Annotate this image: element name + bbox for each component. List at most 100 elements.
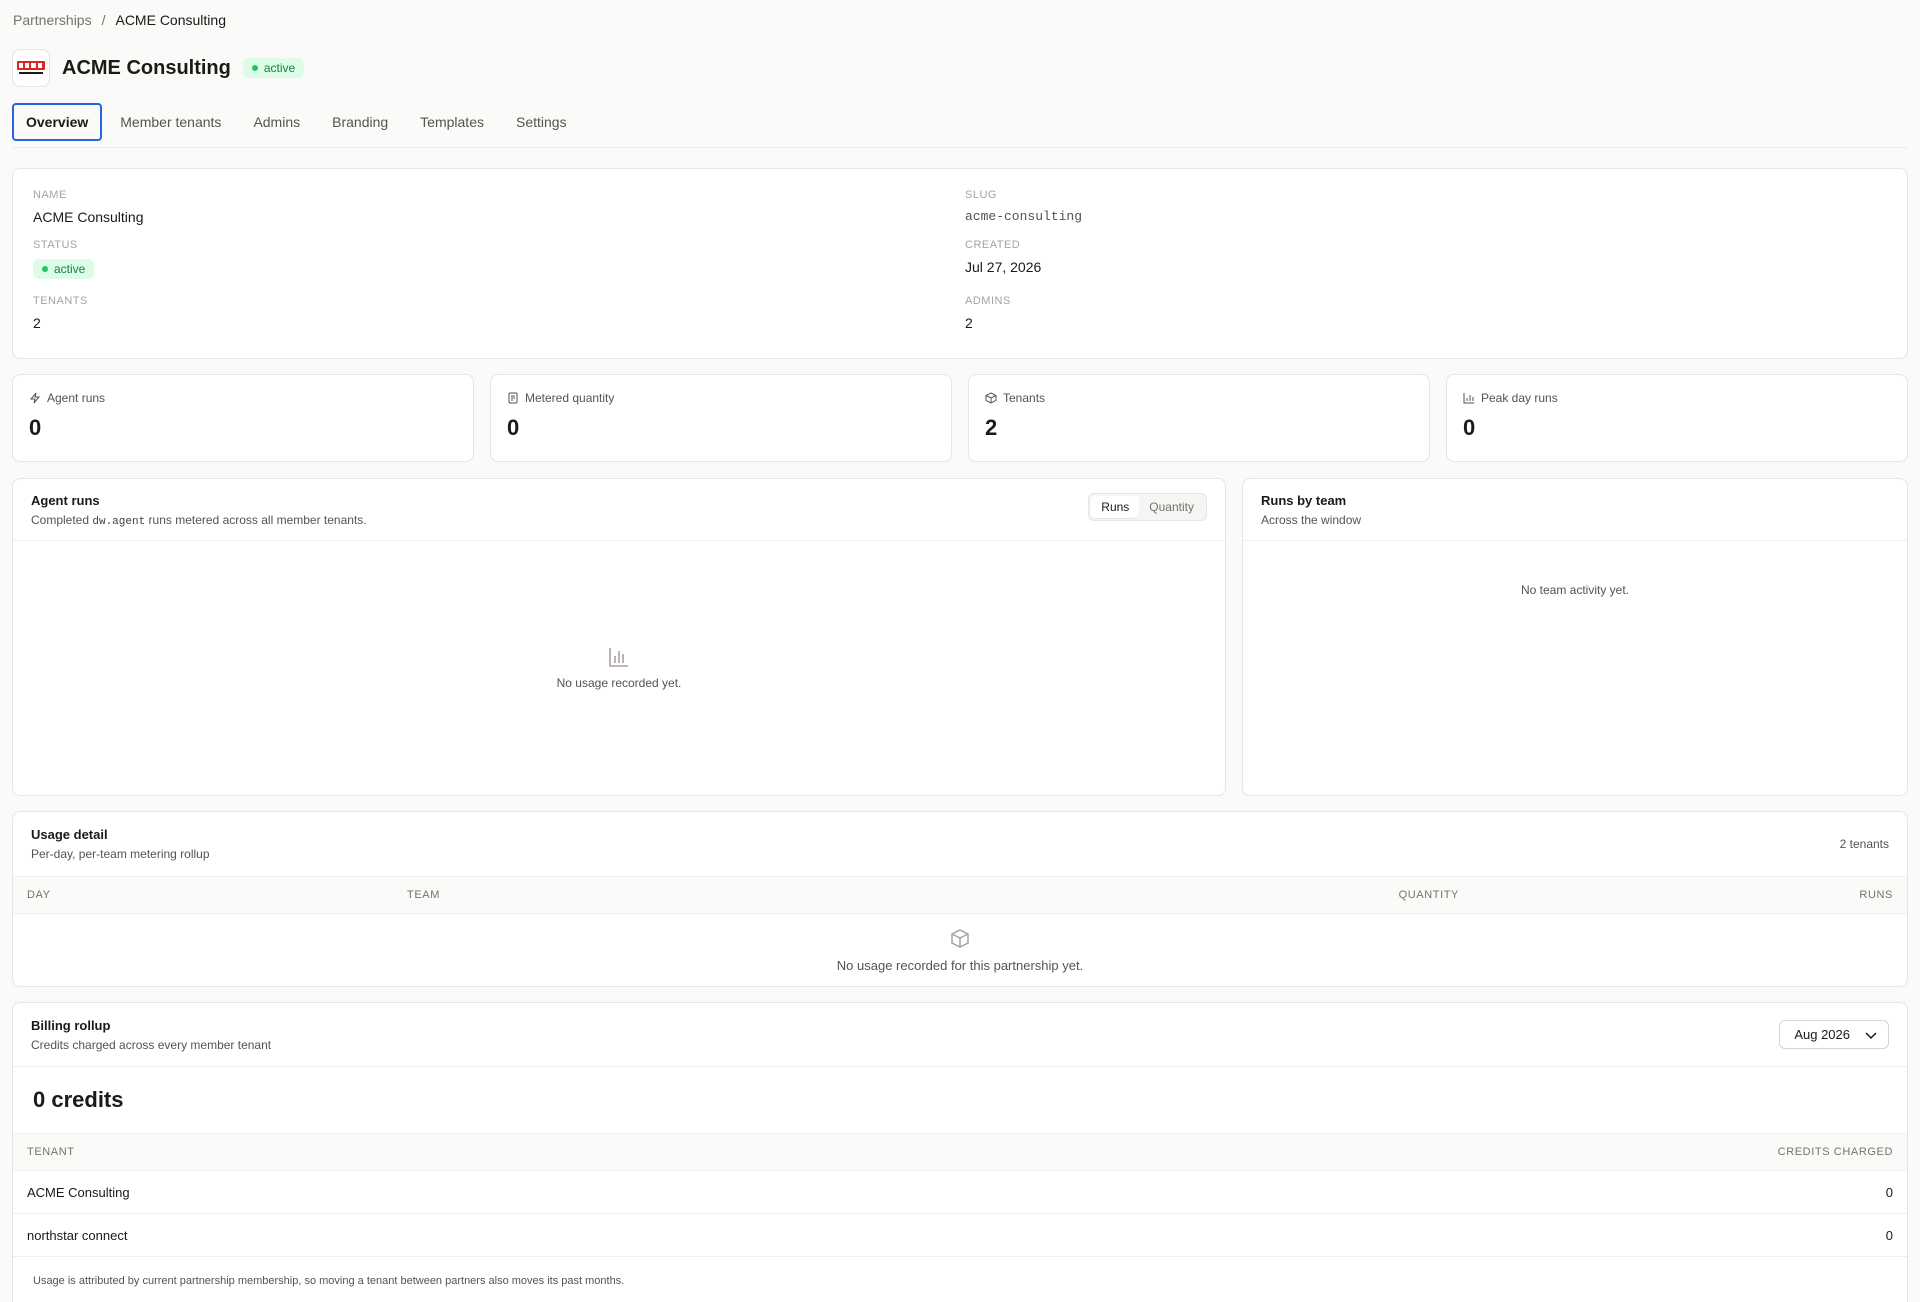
- breadcrumb-parent-link[interactable]: Partnerships: [13, 12, 92, 28]
- stat-label: Metered quantity: [525, 391, 615, 405]
- usage-subtitle: Per-day, per-team metering rollup: [31, 847, 210, 861]
- agent-runs-title: Agent runs: [31, 493, 100, 508]
- info-slug: Slug acme-consulting: [965, 189, 1887, 239]
- bar-chart-icon: [1463, 393, 1474, 404]
- stat-metered-quantity: Metered quantity 0: [490, 374, 952, 462]
- meter-icon: [508, 392, 518, 404]
- agent-runs-sub-before: Completed: [31, 513, 90, 527]
- usage-detail-card: Usage detail Per-day, per-team metering …: [12, 811, 1908, 987]
- runs-by-team-empty-state: No team activity yet.: [1243, 541, 1907, 795]
- column-header-runs[interactable]: Runs: [1859, 889, 1893, 901]
- billing-title: Billing rollup: [31, 1017, 111, 1033]
- tenants-label: Tenants: [33, 295, 88, 307]
- box-icon: [951, 928, 969, 948]
- usage-empty-state: No usage recorded for this partnership y…: [13, 914, 1907, 986]
- table-row[interactable]: northstar connect 0: [13, 1214, 1907, 1257]
- stat-value: 2: [985, 415, 998, 440]
- slug-value: acme-consulting: [965, 209, 1083, 224]
- breadcrumb-current: ACME Consulting: [115, 12, 226, 28]
- column-header-tenant[interactable]: Tenant: [27, 1146, 75, 1158]
- stat-tenants: Tenants 2: [968, 374, 1430, 462]
- agent-runs-empty-state: No usage recorded yet.: [13, 541, 1225, 795]
- tenant-count: 2 tenants: [1839, 837, 1889, 851]
- charts-row: Agent runs Completed dw.agent runs meter…: [12, 478, 1908, 796]
- status-badge-label: active: [263, 61, 296, 75]
- row-tenant: ACME Consulting: [27, 1184, 130, 1200]
- toggle-quantity[interactable]: Quantity: [1139, 496, 1204, 518]
- month-select[interactable]: Aug 2026: [1779, 1020, 1889, 1049]
- breadcrumb-separator: /: [101, 12, 106, 28]
- tab-member-tenants[interactable]: Member tenants: [106, 103, 235, 141]
- row-credits: 0: [1885, 1184, 1893, 1200]
- billing-footnote: Usage is attributed by current partnersh…: [33, 1275, 625, 1287]
- row-credits: 0: [1885, 1227, 1893, 1243]
- stat-peak-day-runs: Peak day runs 0: [1446, 374, 1908, 462]
- tenants-value: 2: [33, 315, 41, 331]
- info-status: Status active: [33, 239, 965, 295]
- info-status-value: active: [54, 262, 86, 276]
- info-name: Name ACME Consulting: [33, 189, 965, 239]
- stat-value: 0: [1463, 415, 1476, 440]
- runs-by-team-empty-text: No team activity yet.: [1520, 583, 1630, 597]
- status-label: Status: [33, 239, 78, 251]
- page-title: ACME Consulting: [62, 56, 231, 79]
- row-tenant: northstar connect: [27, 1227, 128, 1243]
- tab-templates[interactable]: Templates: [406, 103, 498, 141]
- stats-row: Agent runs 0 Metered quantity 0 Tenants …: [12, 374, 1908, 462]
- tab-bar: Overview Member tenants Admins Branding …: [12, 96, 1908, 148]
- runs-quantity-toggle: Runs Quantity: [1088, 493, 1207, 521]
- stat-label: Peak day runs: [1481, 391, 1558, 405]
- status-badge: active: [242, 58, 305, 78]
- info-created: Created Jul 27, 2026: [965, 239, 1887, 295]
- column-header-quantity[interactable]: Quantity: [1399, 889, 1459, 901]
- admins-value: 2: [965, 315, 973, 331]
- stat-label: Tenants: [1003, 391, 1046, 405]
- tab-admins[interactable]: Admins: [239, 103, 314, 141]
- info-status-badge: active: [33, 259, 95, 279]
- status-dot-icon: [42, 266, 48, 272]
- billing-rollup-card: Billing rollup Credits charged across ev…: [12, 1002, 1908, 1302]
- stat-label: Agent runs: [47, 391, 106, 405]
- bar-chart-icon: [609, 648, 628, 667]
- page: Partnerships / ACME Consulting ACME Cons…: [0, 0, 1920, 1302]
- agent-runs-sub-after: runs metered across all member tenants.: [148, 513, 367, 527]
- name-value: ACME Consulting: [33, 209, 144, 225]
- billing-table-header: Tenant Credits charged: [13, 1133, 1907, 1171]
- breadcrumb: Partnerships / ACME Consulting: [12, 0, 1908, 40]
- status-dot-icon: [251, 65, 258, 71]
- column-header-credits[interactable]: Credits charged: [1778, 1146, 1893, 1158]
- tab-branding[interactable]: Branding: [318, 103, 402, 141]
- admins-label: Admins: [965, 295, 1011, 307]
- agent-runs-empty-text: No usage recorded yet.: [556, 676, 682, 690]
- info-admins: Admins 2: [965, 295, 1887, 345]
- usage-empty-text: No usage recorded for this partnership y…: [836, 957, 1084, 973]
- agent-runs-subtitle: Completed dw.agent runs metered across a…: [31, 513, 367, 528]
- toggle-runs[interactable]: Runs: [1091, 496, 1140, 518]
- bolt-icon: [29, 392, 41, 404]
- stat-value: 0: [29, 415, 42, 440]
- created-label: Created: [965, 239, 1021, 251]
- billing-total: 0 credits: [33, 1087, 124, 1112]
- chevron-down-icon: [1865, 1031, 1877, 1039]
- page-header: ACME Consulting active: [12, 40, 1908, 96]
- tab-overview[interactable]: Overview: [12, 102, 103, 141]
- acme-logo-icon: [12, 49, 50, 87]
- tab-settings[interactable]: Settings: [502, 103, 581, 141]
- runs-by-team-subtitle: Across the window: [1261, 513, 1362, 527]
- billing-subtitle: Credits charged across every member tena…: [31, 1037, 272, 1052]
- info-tenants: Tenants 2: [33, 295, 965, 345]
- usage-table-header: Day Team Quantity Runs: [13, 876, 1907, 914]
- table-row[interactable]: ACME Consulting 0: [13, 1171, 1907, 1214]
- month-select-value: Aug 2026: [1794, 1027, 1850, 1042]
- stat-value: 0: [507, 415, 520, 440]
- runs-by-team-title: Runs by team: [1261, 493, 1347, 508]
- name-label: Name: [33, 189, 67, 201]
- column-header-day[interactable]: Day: [27, 889, 51, 901]
- box-icon: [985, 392, 997, 404]
- agent-runs-sub-code: dw.agent: [92, 516, 146, 528]
- agent-runs-card: Agent runs Completed dw.agent runs meter…: [12, 478, 1226, 796]
- column-header-team[interactable]: Team: [407, 889, 440, 901]
- created-value: Jul 27, 2026: [965, 259, 1042, 275]
- usage-title: Usage detail: [31, 827, 108, 842]
- runs-by-team-card: Runs by team Across the window No team a…: [1242, 478, 1908, 796]
